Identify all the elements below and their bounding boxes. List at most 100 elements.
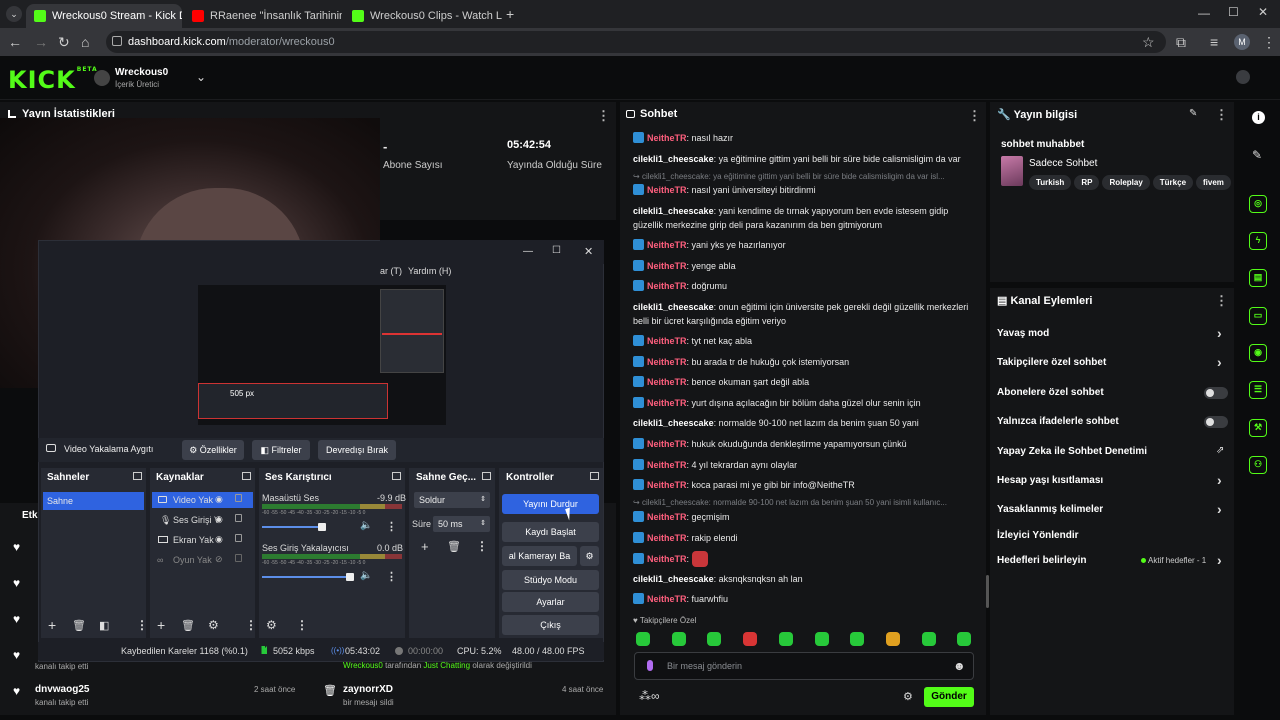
lock-icon[interactable] xyxy=(235,534,242,542)
emotes-only-toggle[interactable] xyxy=(1204,416,1228,428)
transition-menu-icon[interactable]: ⋮ xyxy=(476,539,488,553)
obs-maximize-icon[interactable]: ☐ xyxy=(552,245,561,256)
emote-10[interactable] xyxy=(957,632,971,646)
stream-info-menu-icon[interactable]: ⋮ xyxy=(1215,107,1228,123)
visibility-eye-icon[interactable]: ◉ xyxy=(215,534,223,545)
activity-user[interactable]: dnvwaog25 xyxy=(35,684,89,695)
mixer-menu-icon[interactable]: ⋮ xyxy=(386,570,397,583)
browser-tab-3[interactable]: Wreckous0 Clips - Watch Live c ✕ xyxy=(344,4,502,28)
chat-username[interactable]: NeitheTR xyxy=(647,398,687,408)
profile-avatar[interactable]: M xyxy=(1234,34,1250,50)
obs-menu-partial[interactable]: ar (T) xyxy=(380,266,402,276)
virtual-camera-settings-button[interactable]: ⚙ xyxy=(580,546,599,566)
emote-6[interactable] xyxy=(815,632,829,646)
chat-username[interactable]: NeitheTR xyxy=(647,554,687,564)
chat-username[interactable]: NeitheTR xyxy=(647,377,687,387)
mixer-advanced-icon[interactable]: ⚙ xyxy=(266,618,277,632)
chat-username[interactable]: cilekli1_cheescake xyxy=(633,302,714,312)
chat-username[interactable]: NeitheTR xyxy=(647,357,687,367)
mixer-menu-icon[interactable]: ⋮ xyxy=(386,520,397,533)
exit-button[interactable]: Çıkış xyxy=(502,615,599,635)
browser-tab-2[interactable]: RRaenee "İnsanlık Tarihinin En ✕ xyxy=(184,4,342,28)
tag[interactable]: Turkish xyxy=(1029,175,1072,190)
remove-source-icon[interactable]: 🗑 xyxy=(181,619,195,632)
chat-username[interactable]: NeitheTR xyxy=(647,480,687,490)
chat-username[interactable]: cilekli1_cheescake xyxy=(633,154,714,164)
speaker-icon[interactable]: 🔈 xyxy=(360,570,372,581)
followers-only-row[interactable]: Takipçilere özel sohbet xyxy=(997,357,1106,368)
lock-icon[interactable] xyxy=(235,514,242,522)
chat-username[interactable]: NeitheTR xyxy=(647,240,687,250)
maximize-icon[interactable]: ☐ xyxy=(1228,5,1239,19)
forward-icon[interactable]: → xyxy=(34,34,48,50)
account-age-row[interactable]: Hesap yaşı kısıtlaması xyxy=(997,475,1103,486)
emote-5[interactable] xyxy=(779,632,793,646)
properties-button[interactable]: ⚙ Özellikler xyxy=(182,440,244,460)
chat-username[interactable]: NeitheTR xyxy=(647,460,687,470)
chat-username[interactable]: NeitheTR xyxy=(647,439,687,449)
chevron-right-icon[interactable]: › xyxy=(1217,354,1222,370)
speaker-icon[interactable]: 🔈 xyxy=(360,520,372,531)
emote-8[interactable] xyxy=(886,632,900,646)
sources-dock-icon[interactable] xyxy=(242,472,251,480)
remove-scene-icon[interactable]: 🗑 xyxy=(72,619,86,632)
filters-button[interactable]: ◧ Filtreler xyxy=(252,440,310,460)
tools-icon[interactable]: ⚒ xyxy=(1249,419,1267,437)
browser-tab-1[interactable]: Wreckous0 Stream - Kick Dashb ✕ xyxy=(26,4,182,28)
volume-slider-knob[interactable] xyxy=(346,573,354,581)
mixer-dock-icon[interactable] xyxy=(392,472,401,480)
channel-actions-menu-icon[interactable]: ⋮ xyxy=(1215,293,1228,309)
obs-menu-help[interactable]: Yardım (H) xyxy=(408,266,451,276)
banned-words-row[interactable]: Yasaklanmış kelimeler xyxy=(997,504,1103,515)
chevron-right-icon[interactable]: › xyxy=(1217,325,1222,341)
slow-mode-row[interactable]: Yavaş mod xyxy=(997,328,1049,339)
site-info-icon[interactable] xyxy=(112,36,122,46)
start-recording-button[interactable]: Kaydı Başlat xyxy=(502,522,599,542)
visibility-eye-icon[interactable]: ◉ xyxy=(215,514,223,525)
remove-transition-icon[interactable]: 🗑 xyxy=(447,540,461,553)
deactivate-button[interactable]: Devredışı Bırak xyxy=(318,440,396,460)
volume-slider-knob[interactable] xyxy=(318,523,326,531)
media-icon[interactable]: ≡ xyxy=(1210,34,1218,50)
scene-item-sahne[interactable]: Sahne xyxy=(43,492,144,510)
studio-mode-button[interactable]: Stüdyo Modu xyxy=(502,570,599,590)
tag[interactable]: RP xyxy=(1074,175,1100,190)
chat-username[interactable]: NeitheTR xyxy=(647,185,687,195)
virtual-camera-button[interactable]: al Kamerayı Ba xyxy=(502,546,577,566)
emote-9[interactable] xyxy=(922,632,936,646)
volume-slider[interactable] xyxy=(262,526,322,528)
activity-user[interactable]: zaynorrXD xyxy=(343,684,393,695)
close-window-icon[interactable]: ✕ xyxy=(1258,5,1268,19)
category-name[interactable]: Sadece Sohbet xyxy=(1029,158,1097,169)
chat-username[interactable]: NeitheTR xyxy=(647,533,687,543)
tag[interactable]: fivem xyxy=(1196,175,1231,190)
broadcast-icon[interactable]: ◉ xyxy=(1249,344,1267,362)
transitions-dock-icon[interactable] xyxy=(482,472,491,480)
edit-pencil-icon[interactable]: ✎ xyxy=(1189,108,1197,119)
chevron-right-icon[interactable]: › xyxy=(1217,501,1222,517)
lightning-icon[interactable]: ϟ xyxy=(1249,232,1267,250)
extensions-icon[interactable]: ⧉ xyxy=(1176,34,1186,50)
chat-menu-icon[interactable]: ⋮ xyxy=(968,108,981,124)
chat-username[interactable]: NeitheTR xyxy=(647,281,687,291)
chat-scrollbar[interactable] xyxy=(986,575,989,608)
lock-icon[interactable] xyxy=(235,494,242,502)
add-transition-icon[interactable]: + xyxy=(421,539,429,554)
stop-stream-button[interactable]: Yayını Durdur xyxy=(502,494,599,514)
emote-3[interactable] xyxy=(707,632,721,646)
emote-2[interactable] xyxy=(672,632,686,646)
visibility-eye-icon[interactable]: ◉ xyxy=(215,494,223,505)
chat-tools-icon[interactable]: ⁂∞ xyxy=(639,689,660,703)
emote-7[interactable] xyxy=(850,632,864,646)
channel-switch-chevron-icon[interactable]: ⌄ xyxy=(196,70,206,84)
source-menu-icon[interactable]: ⋮ xyxy=(245,618,257,632)
document-icon[interactable]: ▤ xyxy=(1249,269,1267,287)
chat-username[interactable]: cilekli1_cheescake xyxy=(633,418,714,428)
edit-icon[interactable]: ✎ xyxy=(1252,148,1262,162)
transition-select[interactable]: Soldur ⇕ xyxy=(414,492,490,508)
mic-icon[interactable] xyxy=(647,660,653,671)
chat-input[interactable]: Bir mesaj gönderin ☻ xyxy=(634,652,974,680)
chat-username[interactable]: NeitheTR xyxy=(647,512,687,522)
list-icon[interactable]: ☰ xyxy=(1249,381,1267,399)
chat-username[interactable]: cilekli1_cheescake xyxy=(633,206,714,216)
